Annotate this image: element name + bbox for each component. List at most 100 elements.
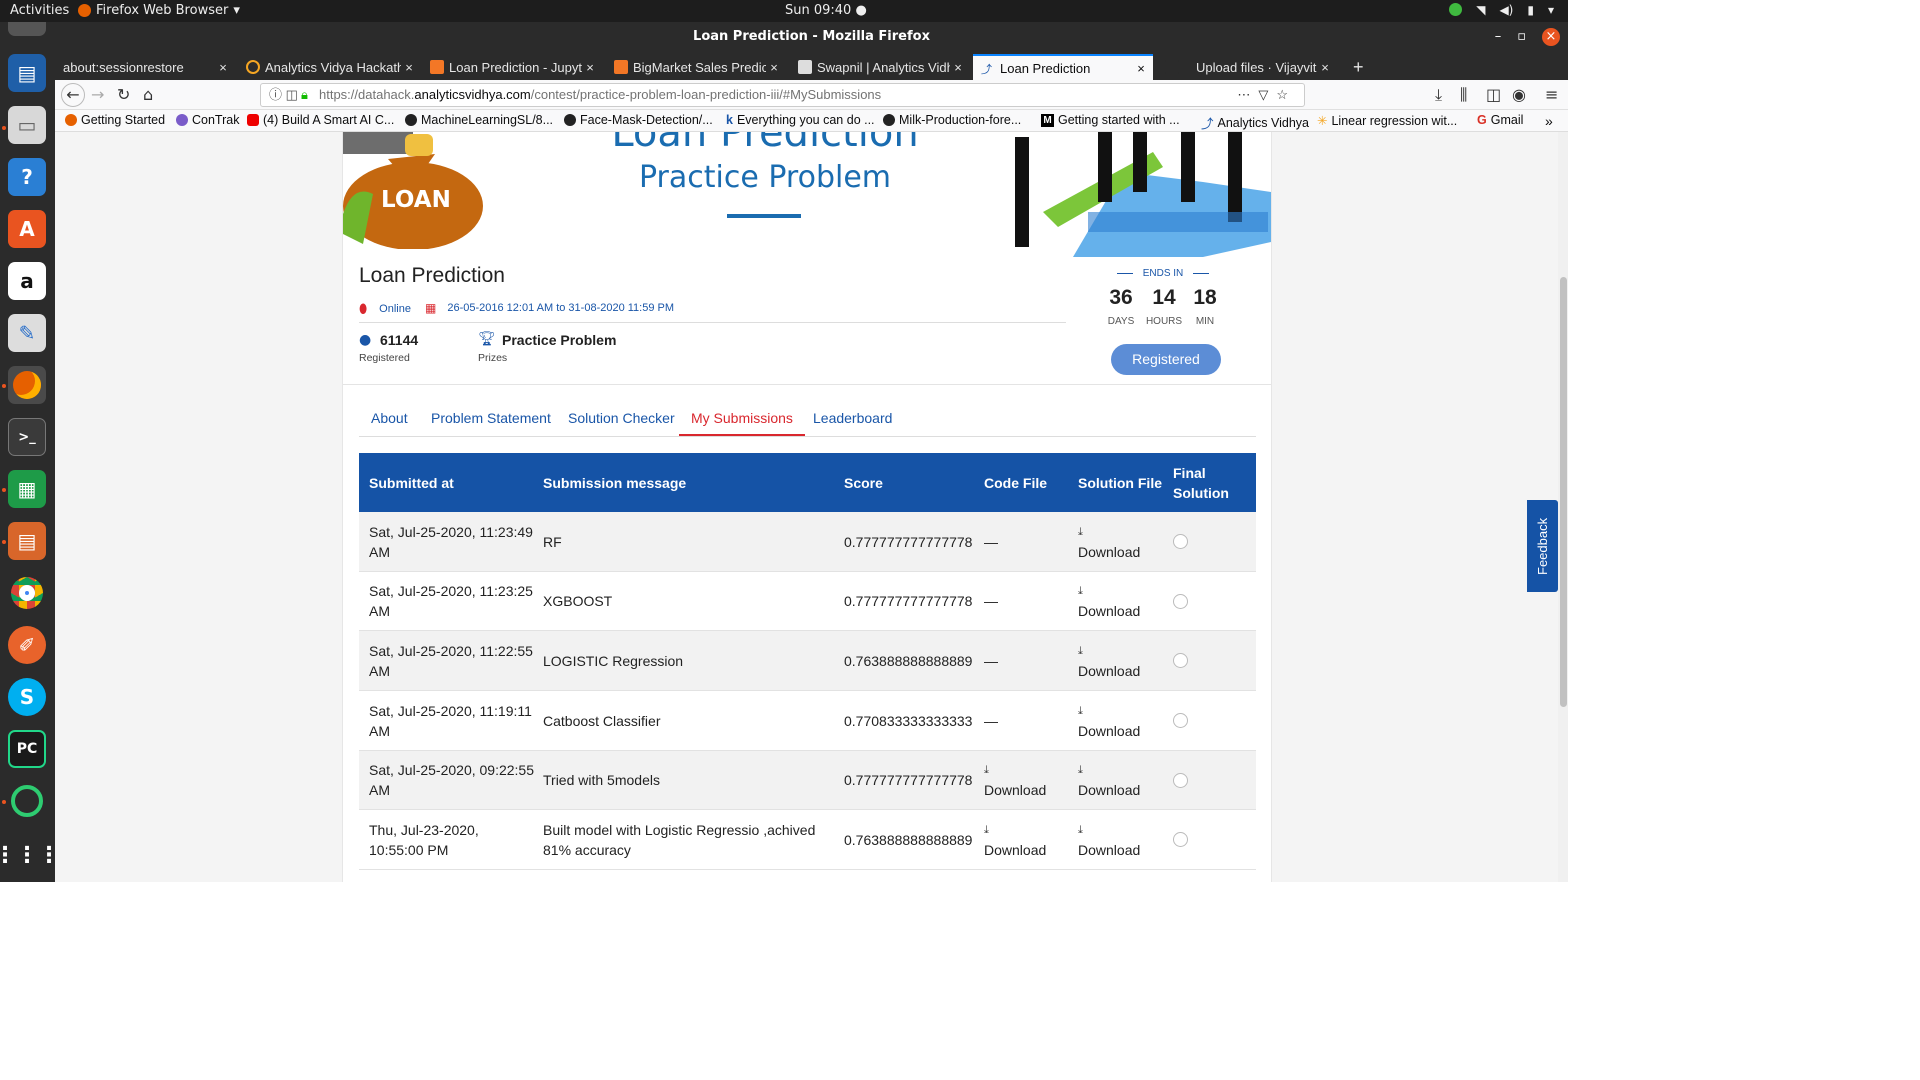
presentation-icon[interactable]: ▤: [8, 522, 46, 560]
download-link[interactable]: Download: [1078, 721, 1140, 741]
final-solution-radio[interactable]: [1173, 772, 1188, 788]
browser-tab[interactable]: Swapnil | Analytics Vidhy ×: [790, 54, 970, 80]
system-tray[interactable]: ◥ ◀) ▮ ▾: [1449, 3, 1554, 17]
tab-close-icon[interactable]: ×: [582, 60, 598, 75]
library-icon[interactable]: ⫼: [1460, 85, 1467, 105]
text-editor-icon[interactable]: ✎: [8, 314, 46, 352]
new-tab-button[interactable]: +: [1345, 54, 1375, 80]
cell-code-file[interactable]: ⤓ Download: [984, 810, 1046, 869]
pycharm-icon[interactable]: PC: [8, 730, 46, 768]
bookmark-item[interactable]: G Gmail: [1477, 113, 1523, 127]
bookmark-item[interactable]: Face-Mask-Detection/...: [564, 113, 713, 127]
download-link[interactable]: Download: [1078, 661, 1140, 681]
download-icon[interactable]: ⤓: [984, 760, 1046, 780]
bookmark-item[interactable]: M Getting started with ...: [1041, 113, 1180, 127]
bookmark-item[interactable]: ConTrak: [176, 113, 239, 127]
cell-solution-file[interactable]: ⤓ Download: [1078, 572, 1140, 631]
files-icon[interactable]: ▭: [8, 106, 46, 144]
bookmark-item[interactable]: MachineLearningSL/8...: [405, 113, 553, 127]
feedback-button[interactable]: Feedback: [1527, 500, 1558, 592]
clock[interactable]: Sun 09:40 ●: [785, 3, 867, 18]
download-icon[interactable]: ⤓: [1078, 581, 1140, 601]
amazon-icon[interactable]: a: [8, 262, 46, 300]
postman-icon[interactable]: ✐: [8, 626, 46, 664]
forward-button[interactable]: →: [91, 85, 104, 104]
download-icon[interactable]: ⤓: [1078, 522, 1140, 542]
terminal-icon[interactable]: >_: [8, 418, 46, 456]
back-button[interactable]: ←: [61, 83, 85, 107]
scrollbar-thumb[interactable]: [1560, 277, 1567, 707]
download-link[interactable]: Download: [984, 780, 1046, 800]
bookmark-item[interactable]: (4) Build A Smart AI C...: [247, 113, 394, 127]
final-solution-radio[interactable]: [1173, 653, 1188, 669]
show-applications-icon[interactable]: ⋮⋮⋮: [0, 836, 60, 874]
page-scrollbar[interactable]: [1558, 132, 1568, 882]
final-solution-radio[interactable]: [1173, 832, 1188, 848]
cell-solution-file[interactable]: ⤓ Download: [1078, 751, 1140, 810]
cell-solution-file[interactable]: ⤓ Download: [1078, 810, 1140, 869]
browser-tab[interactable]: BigMarket Sales Predicti ×: [606, 54, 786, 80]
download-link[interactable]: Download: [1078, 601, 1140, 621]
tab-about[interactable]: About: [371, 410, 408, 434]
software-center-icon[interactable]: A: [8, 210, 46, 248]
cell-solution-file[interactable]: ⤓ Download: [1078, 691, 1140, 750]
activities-button[interactable]: Activities: [10, 3, 69, 18]
downloads-icon[interactable]: ⤓: [1435, 85, 1442, 105]
menu-icon[interactable]: ≡: [1545, 85, 1558, 104]
help-icon[interactable]: ?: [8, 158, 46, 196]
home-button[interactable]: ⌂: [143, 85, 153, 104]
cell-solution-file[interactable]: ⤓ Download: [1078, 631, 1140, 690]
bookmark-item[interactable]: Milk-Production-fore...: [883, 113, 1021, 127]
browser-tab-active[interactable]: ⤴ Loan Prediction ×: [973, 54, 1153, 80]
download-icon[interactable]: ⤓: [1078, 820, 1140, 840]
page-actions-icon[interactable]: ⋯▽☆: [1237, 84, 1296, 106]
tab-close-icon[interactable]: ×: [766, 60, 782, 75]
browser-tab[interactable]: about:sessionrestore ×: [55, 54, 235, 80]
more-bookmarks-icon[interactable]: »: [1545, 113, 1553, 129]
skype-icon[interactable]: S: [8, 678, 46, 716]
browser-tab[interactable]: Loan Prediction - Jupyte ×: [422, 54, 602, 80]
download-link[interactable]: Download: [1078, 840, 1140, 860]
cell-code-file[interactable]: ⤓ Download: [984, 751, 1046, 810]
update-icon[interactable]: [1449, 3, 1463, 16]
bookmark-item[interactable]: ✳ Linear regression wit...: [1317, 113, 1457, 129]
final-solution-radio[interactable]: [1173, 713, 1188, 729]
minimize-icon[interactable]: –: [1495, 22, 1502, 52]
chrome-icon[interactable]: [8, 574, 46, 612]
bookmark-item[interactable]: Getting Started: [65, 113, 165, 127]
bookmark-item[interactable]: ⤴ Analytics Vidhya: [1201, 113, 1309, 132]
tab-close-icon[interactable]: ×: [950, 60, 966, 75]
tab-solution-checker[interactable]: Solution Checker: [568, 410, 675, 434]
tab-leaderboard[interactable]: Leaderboard: [813, 410, 892, 434]
download-link[interactable]: Download: [1078, 542, 1140, 562]
maximize-icon[interactable]: ▫: [1517, 22, 1526, 52]
spreadsheet-icon[interactable]: ▦: [8, 470, 46, 508]
app-menu[interactable]: Firefox Web Browser ▾: [78, 3, 240, 18]
browser-tab[interactable]: Upload files · Vijayvithal×: [1157, 54, 1337, 80]
account-icon[interactable]: ◉: [1512, 85, 1526, 104]
libreoffice-writer-icon[interactable]: ▤: [8, 54, 46, 92]
app-icon-green-ring[interactable]: [8, 782, 46, 820]
download-icon[interactable]: ⤓: [1078, 760, 1140, 780]
download-link[interactable]: Download: [1078, 780, 1140, 800]
site-info-icon[interactable]: ⓘ ◫: [269, 84, 298, 106]
download-icon[interactable]: ⤓: [1078, 701, 1140, 721]
final-solution-radio[interactable]: [1173, 534, 1188, 549]
tab-my-submissions[interactable]: My Submissions: [679, 410, 805, 436]
tab-close-icon[interactable]: ×: [1317, 60, 1333, 75]
tab-close-icon[interactable]: ×: [1133, 61, 1149, 76]
firefox-dock-icon[interactable]: [8, 366, 46, 404]
url-bar[interactable]: ⓘ ◫ 🔒︎ https://datahack.analyticsvidhya.…: [260, 83, 1305, 107]
final-solution-radio[interactable]: [1173, 593, 1188, 609]
dock-app-icon[interactable]: [8, 22, 46, 36]
bookmark-item[interactable]: k Everything you can do ...: [726, 113, 875, 127]
sidebar-icon[interactable]: ◫: [1486, 85, 1501, 104]
download-link[interactable]: Download: [984, 840, 1046, 860]
registered-button[interactable]: Registered: [1111, 344, 1221, 375]
cell-solution-file[interactable]: ⤓ Download: [1078, 512, 1140, 571]
tab-problem-statement[interactable]: Problem Statement: [431, 410, 551, 434]
reload-button[interactable]: ↻: [117, 85, 130, 104]
close-window-icon[interactable]: ×: [1542, 28, 1560, 46]
download-icon[interactable]: ⤓: [984, 820, 1046, 840]
tab-close-icon[interactable]: ×: [215, 60, 231, 75]
